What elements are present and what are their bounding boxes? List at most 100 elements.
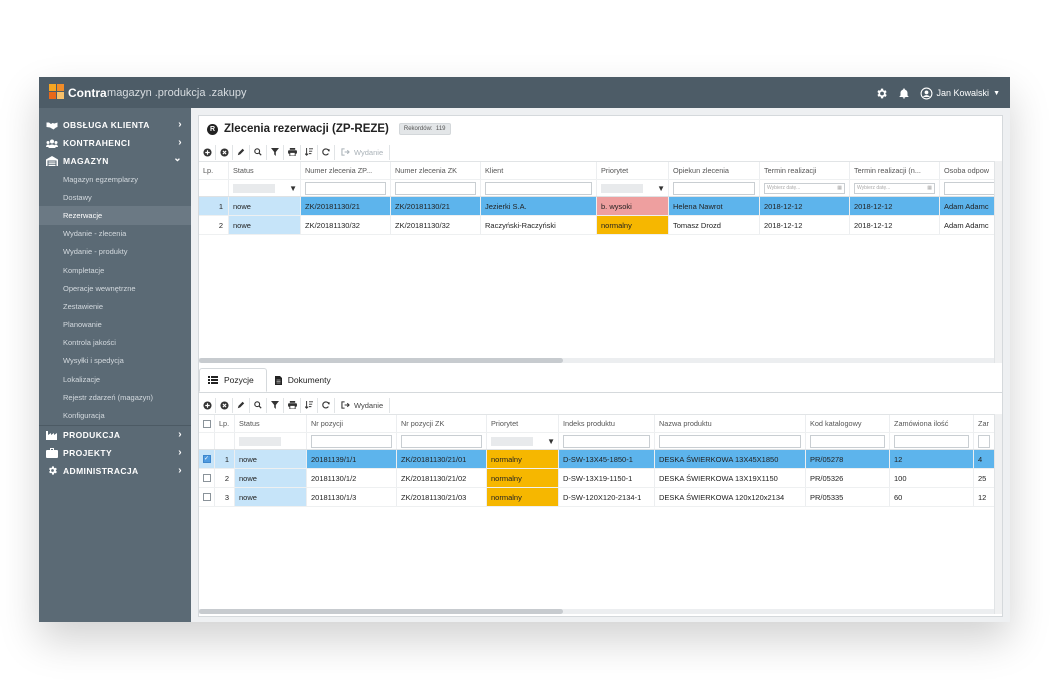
remove-icon[interactable] [216,144,233,160]
row-checkbox[interactable] [202,493,211,501]
col-header-nazwa[interactable]: Nazwa produktu [655,415,806,432]
status-filter-select[interactable] [233,183,275,193]
col-header-lp[interactable]: Lp. [199,162,229,179]
filter-input[interactable] [485,181,592,195]
app-brand[interactable]: Contra [68,86,107,100]
refresh-icon[interactable] [318,144,335,160]
filter-icon[interactable]: ▼ [657,184,665,193]
edit-icon[interactable] [233,397,250,413]
filter-icon[interactable]: ▼ [547,437,555,446]
table-row[interactable]: 2 nowe 20181130/1/2 ZK/20181130/21/02 no… [199,469,994,488]
gear-icon[interactable] [875,87,888,100]
search-icon[interactable] [250,397,267,413]
filter-input[interactable] [563,434,650,448]
sidebar-section-produkcja[interactable]: PRODUKCJA › [39,426,191,444]
edit-icon[interactable] [233,144,250,160]
bell-icon[interactable] [898,87,910,100]
col-header-status[interactable]: Status [229,162,301,179]
col-header-priorytet[interactable]: Priorytet [597,162,669,179]
bottom-grid-horizontal-scrollbar[interactable] [199,609,994,614]
row-checkbox[interactable] [202,474,211,482]
sidebar-item-magazyn-egzemplarzy[interactable]: Magazyn egzemplarzy [39,170,191,188]
table-row[interactable]: 1 nowe ZK/20181130/21 ZK/20181130/21 Jez… [199,197,994,216]
filter-icon[interactable]: ▼ [289,184,297,193]
print-icon[interactable] [284,144,301,160]
sidebar-section-obsluga-klienta[interactable]: OBSŁUGA KLIENTA › [39,116,191,134]
col-header-ilosc[interactable]: Zamówiona ilość [890,415,974,432]
filter-icon[interactable] [267,144,284,160]
tab-dokumenty[interactable]: Dokumenty [267,368,343,392]
filter-input[interactable] [311,434,392,448]
date-filter-input[interactable]: Wybierz datę... ▦ [854,182,935,194]
filter-input[interactable] [944,181,994,195]
col-header-osoba[interactable]: Osoba odpow [940,162,994,179]
remove-icon[interactable] [216,397,233,413]
col-header-kod[interactable]: Kod katalogowy [806,415,890,432]
scrollbar-thumb[interactable] [199,609,563,614]
sidebar-item-wydanie-produkty[interactable]: Wydanie - produkty [39,243,191,261]
table-row[interactable]: 3 nowe 20181130/1/3 ZK/20181130/21/03 no… [199,488,994,507]
add-icon[interactable] [199,144,216,160]
sort-icon[interactable] [301,397,318,413]
print-icon[interactable] [284,397,301,413]
col-header-indeks[interactable]: Indeks produktu [559,415,655,432]
sidebar-section-magazyn[interactable]: MAGAZYN ⌄ [39,152,191,170]
sidebar-section-kontrahenci[interactable]: KONTRAHENCI › [39,134,191,152]
sidebar-item-wydanie-zlecenia[interactable]: Wydanie - zlecenia [39,225,191,243]
filter-input[interactable] [894,434,969,448]
filter-input[interactable] [395,181,476,195]
sidebar-item-kompletacje[interactable]: Kompletacje [39,261,191,279]
sidebar-item-lokalizacje[interactable]: Lokalizacje [39,370,191,388]
top-grid-vertical-scrollbar[interactable] [994,161,1002,363]
add-icon[interactable] [199,397,216,413]
filter-input[interactable] [978,434,990,448]
filter-input[interactable] [810,434,885,448]
col-header-priorytet[interactable]: Priorytet [487,415,559,432]
col-header-nr-zk[interactable]: Numer zlecenia ZK [391,162,481,179]
sidebar-item-operacje-wewnetrzne[interactable]: Operacje wewnętrzne [39,279,191,297]
scrollbar-thumb[interactable] [199,358,563,363]
tab-pozycje[interactable]: Pozycje [199,368,267,392]
col-header-zar[interactable]: Zar [974,415,994,432]
search-icon[interactable] [250,144,267,160]
table-row[interactable]: ✓ 1 nowe 20181139/1/1 ZK/20181130/21/01 … [199,450,994,469]
select-all-checkbox[interactable] [202,419,211,428]
date-filter-input[interactable]: Wybierz datę... ▦ [764,182,845,194]
wydanie-button[interactable]: Wydanie [335,144,391,160]
col-header-nr-pozycji[interactable]: Nr pozycji [307,415,397,432]
refresh-icon[interactable] [318,397,335,413]
status-filter-select[interactable] [239,436,281,446]
col-header-termin-n[interactable]: Termin realizacji (n... [850,162,940,179]
sidebar-section-administracja[interactable]: ADMINISTRACJA › [39,462,191,480]
sidebar-item-planowanie[interactable]: Planowanie [39,316,191,334]
sidebar-item-kontrola-jakosci[interactable]: Kontrola jakości [39,334,191,352]
filter-input[interactable] [305,181,386,195]
sidebar-item-zestawienie[interactable]: Zestawienie [39,297,191,315]
sidebar-item-rezerwacje[interactable]: Rezerwacje [39,206,191,225]
filter-input[interactable] [673,181,755,195]
row-checkbox[interactable]: ✓ [202,455,211,463]
filter-icon[interactable] [267,397,284,413]
sidebar-section-projekty[interactable]: PROJEKTY › [39,444,191,462]
top-grid-horizontal-scrollbar[interactable] [199,358,994,363]
table-row[interactable]: 2 nowe ZK/20181130/32 ZK/20181130/32 Rac… [199,216,994,235]
col-header-klient[interactable]: Klient [481,162,597,179]
col-header-lp[interactable]: Lp. [215,415,235,432]
sidebar-item-konfiguracja[interactable]: Konfiguracja [39,406,191,424]
col-header-status[interactable]: Status [235,415,307,432]
col-header-termin[interactable]: Termin realizacji [760,162,850,179]
sidebar-item-dostawy[interactable]: Dostawy [39,188,191,206]
sidebar-item-rejestr-zdarzen[interactable]: Rejestr zdarzeń (magazyn) [39,388,191,406]
filter-input[interactable] [659,434,801,448]
col-header-nr-pozycji-zk[interactable]: Nr pozycji ZK [397,415,487,432]
priority-filter-select[interactable] [601,183,643,193]
col-header-nr-zp[interactable]: Numer zlecenia ZP... [301,162,391,179]
priority-filter-select[interactable] [491,436,533,446]
sort-icon[interactable] [301,144,318,160]
wydanie-button[interactable]: Wydanie [335,397,391,413]
sidebar-item-wysylki-i-spedycja[interactable]: Wysyłki i spedycja [39,352,191,370]
user-menu[interactable]: Jan Kowalski ▼ [920,87,1000,100]
col-header-opiekun[interactable]: Opiekun zlecenia [669,162,760,179]
bottom-grid-vertical-scrollbar[interactable] [994,414,1002,614]
filter-input[interactable] [401,434,482,448]
